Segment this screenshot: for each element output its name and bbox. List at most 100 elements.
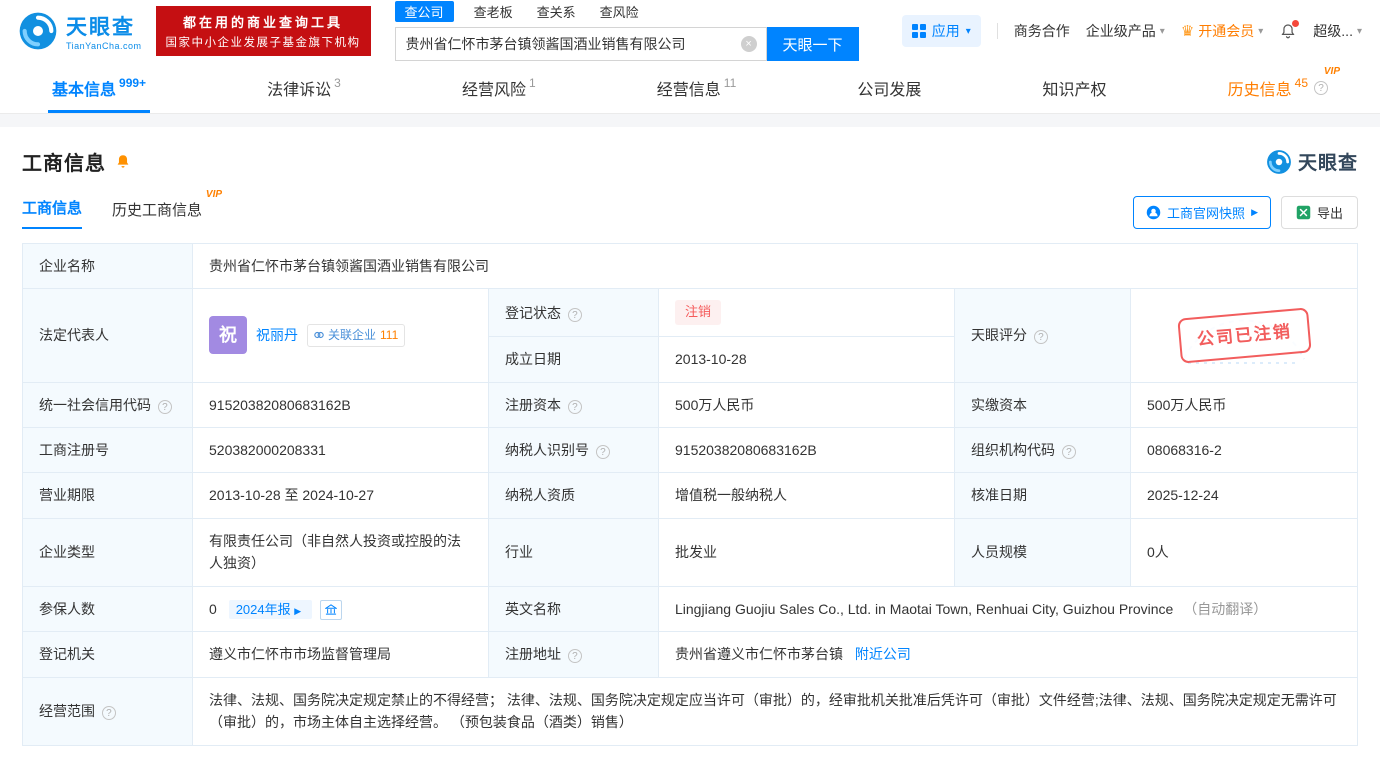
reg-address-label-cell: 注册地址 ? xyxy=(488,631,659,678)
reg-number-value: 520382000208331 xyxy=(209,441,326,458)
section-separator xyxy=(0,114,1380,127)
tab-operation-risk[interactable]: 经营风险 1 xyxy=(458,62,540,113)
tab-operation-info-label: 经营信息 xyxy=(656,81,721,99)
tab-basic-info[interactable]: 基本信息 999+ xyxy=(48,62,151,113)
nav-super-vip[interactable]: 超级... ▾ xyxy=(1313,21,1362,41)
search-tabs: 查公司 查老板 查关系 查风险 xyxy=(394,1,859,22)
nav-open-membership[interactable]: ♛ 开通会员 ▾ xyxy=(1181,21,1263,41)
tab-history-info[interactable]: VIP 历史信息 45 ? xyxy=(1224,62,1340,113)
help-icon[interactable]: ? xyxy=(101,705,116,720)
english-name-value: Lingjiang Guojiu Sales Co., Ltd. in Maot… xyxy=(675,600,1174,617)
business-scope-label-cell: 经营范围 ? xyxy=(22,676,193,746)
table-row: 登记机关 遵义市仁怀市市场监督管理局 注册地址 ? 贵州省遵义市仁怀市茅台镇 附… xyxy=(22,631,1358,678)
section-title: 工商信息 xyxy=(22,153,106,175)
tab-operation-risk-count: 1 xyxy=(528,75,536,90)
subtab-business-info[interactable]: 工商信息 xyxy=(22,197,83,229)
help-icon[interactable]: ? xyxy=(567,307,582,322)
reg-capital-value-cell: 500万人民币 xyxy=(658,381,955,428)
company-name-label-cell: 企业名称 xyxy=(22,242,193,290)
subtab-history-business-info[interactable]: VIP 历史工商信息 xyxy=(112,189,222,229)
tab-intellectual-property[interactable]: 知识产权 xyxy=(1039,62,1111,113)
notification-bell[interactable] xyxy=(1279,20,1300,40)
chevron-down-icon: ▾ xyxy=(1258,25,1264,37)
taxpayer-id-label-cell: 纳税人识别号 ? xyxy=(488,426,659,474)
search-input-wrap: × xyxy=(394,27,767,61)
taxpayer-id-label: 纳税人识别号 xyxy=(505,441,589,458)
social-insurance-icon[interactable] xyxy=(319,599,342,620)
search-button[interactable]: 天眼一下 xyxy=(766,27,859,61)
search-tab-risk[interactable]: 查风险 xyxy=(596,1,643,22)
legal-rep-label-cell: 法定代表人 xyxy=(22,288,193,383)
reg-capital-label-cell: 注册资本 ? xyxy=(488,381,659,428)
subscribe-bell-icon[interactable] xyxy=(114,153,132,171)
business-scope-value: 法律、法规、国务院决定规定禁止的不得经营； 法律、法规、国务院决定规定应当许可（… xyxy=(209,691,1337,731)
help-icon[interactable]: ? xyxy=(595,444,610,459)
taxpayer-id-value-cell: 91520382080683162B xyxy=(658,426,955,474)
search-tab-boss[interactable]: 查老板 xyxy=(470,1,517,22)
business-term-value: 2013-10-28 至 2024-10-27 xyxy=(209,487,375,504)
tab-history-info-count: 45 xyxy=(1294,75,1308,90)
chevron-down-icon: ▾ xyxy=(965,25,971,37)
table-row: 经营范围 ? 法律、法规、国务院决定规定禁止的不得经营； 法律、法规、国务院决定… xyxy=(22,676,1358,746)
subtab-history-business-info-label: 历史工商信息 xyxy=(112,201,203,219)
legal-rep-label: 法定代表人 xyxy=(39,327,109,344)
grid-icon xyxy=(911,24,926,38)
promo-line2: 国家中小企业发展子基金旗下机构 xyxy=(165,37,361,49)
export-button[interactable]: 导出 xyxy=(1280,196,1358,229)
table-row: 统一社会信用代码 ? 91520382080683162B 注册资本 ? 500… xyxy=(22,381,1358,428)
industry-value: 批发业 xyxy=(675,543,717,560)
tianyancha-logo-icon xyxy=(19,12,57,50)
search-input[interactable] xyxy=(395,36,741,52)
subtabs: 工商信息 VIP 历史工商信息 xyxy=(22,189,222,229)
legal-rep-name-link[interactable]: 祝丽丹 xyxy=(256,324,298,346)
clear-icon[interactable]: × xyxy=(740,36,757,52)
industry-label: 行业 xyxy=(505,543,533,560)
status-badge: 注销 xyxy=(675,300,722,326)
nearby-companies-link[interactable]: 附近公司 xyxy=(855,646,911,662)
staff-size-value-cell: 0人 xyxy=(1130,517,1358,587)
apps-button[interactable]: 应用 ▾ xyxy=(901,15,981,47)
tab-legal-litigation-label: 法律诉讼 xyxy=(267,81,332,99)
help-icon[interactable]: ? xyxy=(157,399,172,414)
insured-value-cell: 0 2024年报 ▶ xyxy=(192,585,489,633)
table-row: 参保人数 0 2024年报 ▶ 英文名称 Lingjiang Guojiu Sa… xyxy=(22,585,1358,633)
established-label-cell: 成立日期 xyxy=(488,336,659,383)
reg-number-label-cell: 工商注册号 xyxy=(22,426,193,474)
tianyancha-logo[interactable]: 天眼查 TianYanCha.com xyxy=(18,11,142,51)
org-code-value: 08068316-2 xyxy=(1147,441,1222,458)
tab-operation-info[interactable]: 经营信息 11 xyxy=(653,62,740,113)
established-value-cell: 2013-10-28 xyxy=(658,336,955,383)
search-block: 查公司 查老板 查关系 查风险 × 天眼一下 xyxy=(394,1,859,61)
credit-code-label-cell: 统一社会信用代码 ? xyxy=(22,381,193,428)
taxpayer-quality-value: 增值税一般纳税人 xyxy=(675,487,787,504)
search-tab-company[interactable]: 查公司 xyxy=(394,1,454,22)
tab-company-development[interactable]: 公司发展 xyxy=(853,62,925,113)
related-companies-badge[interactable]: 关联企业 111 xyxy=(307,323,406,348)
help-icon[interactable]: ? xyxy=(567,399,582,414)
promo-line1: 都在用的商业查询工具 xyxy=(183,15,344,30)
company-name-label: 企业名称 xyxy=(39,258,95,274)
official-snapshot-button[interactable]: 工商官网快照 ▶ xyxy=(1133,196,1271,229)
help-icon[interactable]: ? xyxy=(1314,80,1328,95)
reg-address-label: 注册地址 xyxy=(505,646,561,663)
logo-subtitle: TianYanCha.com xyxy=(66,41,142,51)
tab-legal-litigation[interactable]: 法律诉讼 3 xyxy=(263,62,345,113)
table-row: 法定代表人 祝 祝丽丹 关联企业 111 登记状态 ? 注销 天眼评分 ? 公司… xyxy=(22,288,1358,383)
search-tab-relation[interactable]: 查关系 xyxy=(533,1,580,22)
help-icon[interactable]: ? xyxy=(1061,444,1076,459)
help-icon[interactable]: ? xyxy=(567,649,582,664)
nav-business-coop[interactable]: 商务合作 xyxy=(1014,21,1070,41)
tab-legal-litigation-count: 3 xyxy=(334,75,341,90)
org-code-label: 组织机构代码 xyxy=(971,441,1055,458)
tab-basic-info-count: 999+ xyxy=(119,75,147,90)
vip-badge: VIP xyxy=(205,188,223,200)
help-icon[interactable]: ? xyxy=(1033,330,1048,345)
reg-status-label: 登记状态 xyxy=(505,304,561,321)
reg-status-value-cell: 注销 xyxy=(658,288,955,338)
annual-report-link[interactable]: 2024年报 ▶ xyxy=(228,599,312,619)
avatar[interactable]: 祝 xyxy=(209,316,247,355)
business-term-value-cell: 2013-10-28 至 2024-10-27 xyxy=(192,472,489,519)
nav-enterprise-products[interactable]: 企业级产品 ▾ xyxy=(1086,21,1165,41)
nav-enterprise-products-label: 企业级产品 xyxy=(1085,23,1156,39)
company-name-value-cell: 贵州省仁怀市茅台镇领酱国酒业销售有限公司 xyxy=(192,242,1358,290)
